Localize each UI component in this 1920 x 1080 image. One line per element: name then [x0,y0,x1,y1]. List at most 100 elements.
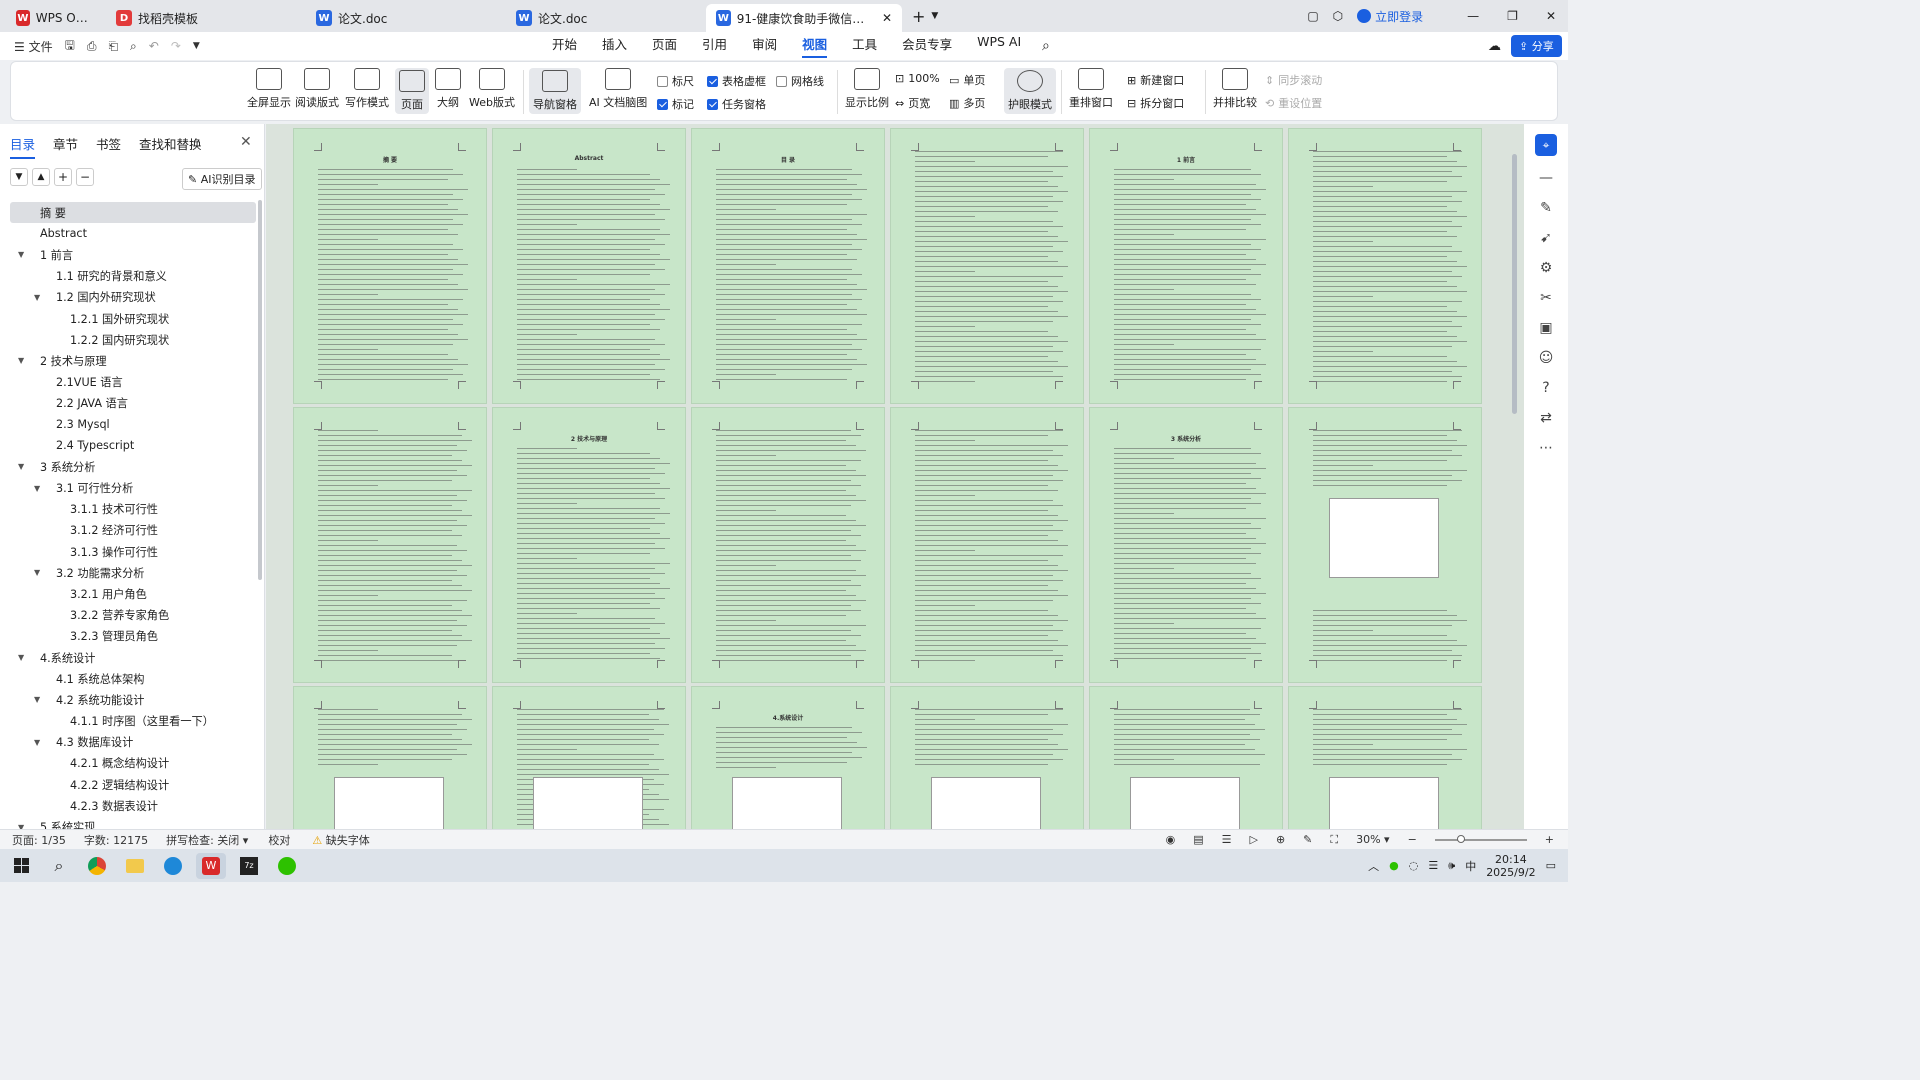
expand-toggle-icon[interactable]: ▼ [34,293,44,302]
login-button[interactable]: 立即登录 [1357,8,1423,25]
undo-icon[interactable]: ↶ [149,39,159,53]
spell-check-toggle[interactable]: 拼写检查: 关闭 ▾ [166,832,248,848]
page-width-button[interactable]: ⇔ 页宽 [895,95,930,111]
zoom-level[interactable]: 30% ▾ [1356,833,1389,846]
sidebar-scrollbar[interactable] [258,200,262,580]
new-window-button[interactable]: ⊞ 新建窗口 [1127,72,1184,88]
sidebar-tab-1[interactable]: 章节 [53,134,78,159]
document-scrollbar[interactable] [1512,154,1517,414]
page-thumbnail[interactable] [1288,407,1482,683]
menu-file[interactable]: ☰ 文件 [14,38,53,55]
toc-item[interactable]: 3.2.1 用户角色 [10,583,256,604]
toc-item[interactable]: ▼ 3 系统分析 [10,456,256,477]
add-heading-button[interactable]: + [54,168,72,186]
expand-toggle-icon[interactable]: ▼ [34,738,44,747]
toc-item[interactable]: 2.3 Mysql [10,414,256,435]
export-icon[interactable]: ⎙ [87,39,97,54]
toc-item[interactable]: ▼ 2 技术与原理 [10,350,256,371]
toc-item[interactable]: 1.1 研究的背景和意义 [10,266,256,287]
robot-icon[interactable]: ☺ [1539,350,1554,366]
document-canvas[interactable]: 摘 要 Abstract 目 录 1 前言 2 技术与原理 3 系统分析 4.系统设计 [266,124,1524,829]
menu-2[interactable]: 页面 [652,34,677,58]
single-page-button[interactable]: ▭ 单页 [949,72,985,88]
page-thumbnail[interactable]: 4.系统设计 [691,686,885,829]
page-thumbnail[interactable]: 3 系统分析 [1089,407,1283,683]
wechat-icon[interactable] [272,853,302,879]
ai-mindmap-button[interactable]: AI 文档脑图 [589,68,647,110]
redo-icon[interactable]: ↷ [171,39,181,53]
location-pin-icon[interactable]: ⌖ [1535,134,1557,156]
zoom-in-button[interactable]: + [1545,833,1554,846]
remove-heading-button[interactable]: − [76,168,94,186]
maximize-button[interactable]: ❐ [1507,9,1518,23]
toc-item[interactable]: 4.1.1 时序图（这里看一下） [10,711,256,732]
toc-item[interactable]: ▼ 1 前言 [10,244,256,265]
toc-item[interactable]: 3.2.2 营养专家角色 [10,605,256,626]
writing-mode-button[interactable]: 写作模式 [345,68,389,110]
page-thumbnail[interactable] [691,407,885,683]
tab-0[interactable]: W WPS Office [6,4,102,32]
expand-toggle-icon[interactable]: ▼ [34,568,44,577]
image-icon[interactable]: ▣ [1539,320,1552,336]
table-grid-checkbox[interactable]: 表格虚框 [707,73,766,89]
proofread-button[interactable]: 校对 [268,832,290,848]
collapse-button[interactable]: ▼ [10,168,28,186]
search-icon[interactable]: ⌕ [1042,38,1050,54]
outline-view-button[interactable]: 大纲 [435,68,461,110]
toc-item[interactable]: ▼ 4.3 数据库设计 [10,732,256,753]
menu-8[interactable]: WPS AI [977,34,1021,58]
expand-button[interactable]: ▲ [32,168,50,186]
edge-icon[interactable] [158,853,188,879]
gridlines-checkbox[interactable]: 网格线 [776,73,824,89]
wps-icon[interactable]: W [196,852,226,879]
close-tab-icon[interactable]: ✕ [882,11,892,25]
outline-view-icon[interactable]: ☰ [1222,833,1232,846]
toc-item[interactable]: ▼ 4.系统设计 [10,647,256,668]
menu-3[interactable]: 引用 [702,34,727,58]
toc-item[interactable]: 2.4 Typescript [10,435,256,456]
toc-item[interactable]: 3.1.3 操作可行性 [10,541,256,562]
toc-item[interactable]: 3.1.2 经济可行性 [10,520,256,541]
page-thumbnail[interactable] [890,407,1084,683]
sidebar-tab-2[interactable]: 书签 [96,134,121,159]
sidebar-tab-0[interactable]: 目录 [10,134,36,159]
compare-button[interactable]: 并排比较 [1213,68,1257,110]
reset-position-button[interactable]: ⟲ 重设位置 [1265,95,1322,111]
expand-toggle-icon[interactable]: ▼ [18,250,28,259]
expand-toggle-icon[interactable]: ▼ [18,462,28,471]
new-tab-button[interactable]: + [912,7,925,26]
multi-page-button[interactable]: ▥ 多页 [949,95,985,111]
menu-7[interactable]: 会员专享 [902,34,952,58]
translate-icon[interactable]: ⇄ [1540,410,1552,426]
menu-0[interactable]: 开始 [552,34,577,58]
wechat-tray-icon[interactable]: ● [1389,859,1399,872]
zoom-out-button[interactable]: − [1408,833,1417,846]
fullscreen-button[interactable]: 全屏显示 [247,68,291,110]
nav-pane-button[interactable]: 导航窗格 [529,68,581,114]
task-pane-checkbox[interactable]: 任务窗格 [707,96,766,112]
toc-item[interactable]: 1.2.1 国外研究现状 [10,308,256,329]
pointer-icon[interactable]: ➹ [1540,230,1552,246]
reading-mode-button[interactable]: 阅读版式 [295,68,339,110]
arrange-windows-button[interactable]: 重排窗口 [1069,68,1113,110]
cloud-icon[interactable]: ☁ [1488,39,1501,54]
toc-item[interactable]: 4.2.3 数据表设计 [10,795,256,816]
word-count[interactable]: 字数: 12175 [84,832,148,848]
toc-item[interactable]: 3.2.3 管理员角色 [10,626,256,647]
close-pane-icon[interactable]: ✕ [240,134,252,150]
page-thumbnail[interactable] [890,686,1084,829]
share-button[interactable]: ⇪ 分享 [1511,35,1562,57]
edit-icon[interactable]: ✎ [1540,200,1552,216]
page-thumbnail[interactable] [890,128,1084,404]
minus-icon[interactable]: — [1539,170,1553,186]
ruler-checkbox[interactable]: 标尺 [657,73,694,89]
zoom-button[interactable]: 显示比例 [845,68,889,110]
page-thumbnail[interactable] [1288,686,1482,829]
print-icon[interactable]: ⎗ [108,39,118,54]
zoom-slider[interactable] [1434,834,1527,843]
toc-item[interactable]: 3.1.1 技术可行性 [10,499,256,520]
page-thumbnail[interactable]: 2 技术与原理 [492,407,686,683]
notification-icon[interactable]: ▭ [1546,859,1556,872]
toc-item[interactable]: Abstract [10,223,256,244]
toc-item[interactable]: 2.1VUE 语言 [10,372,256,393]
